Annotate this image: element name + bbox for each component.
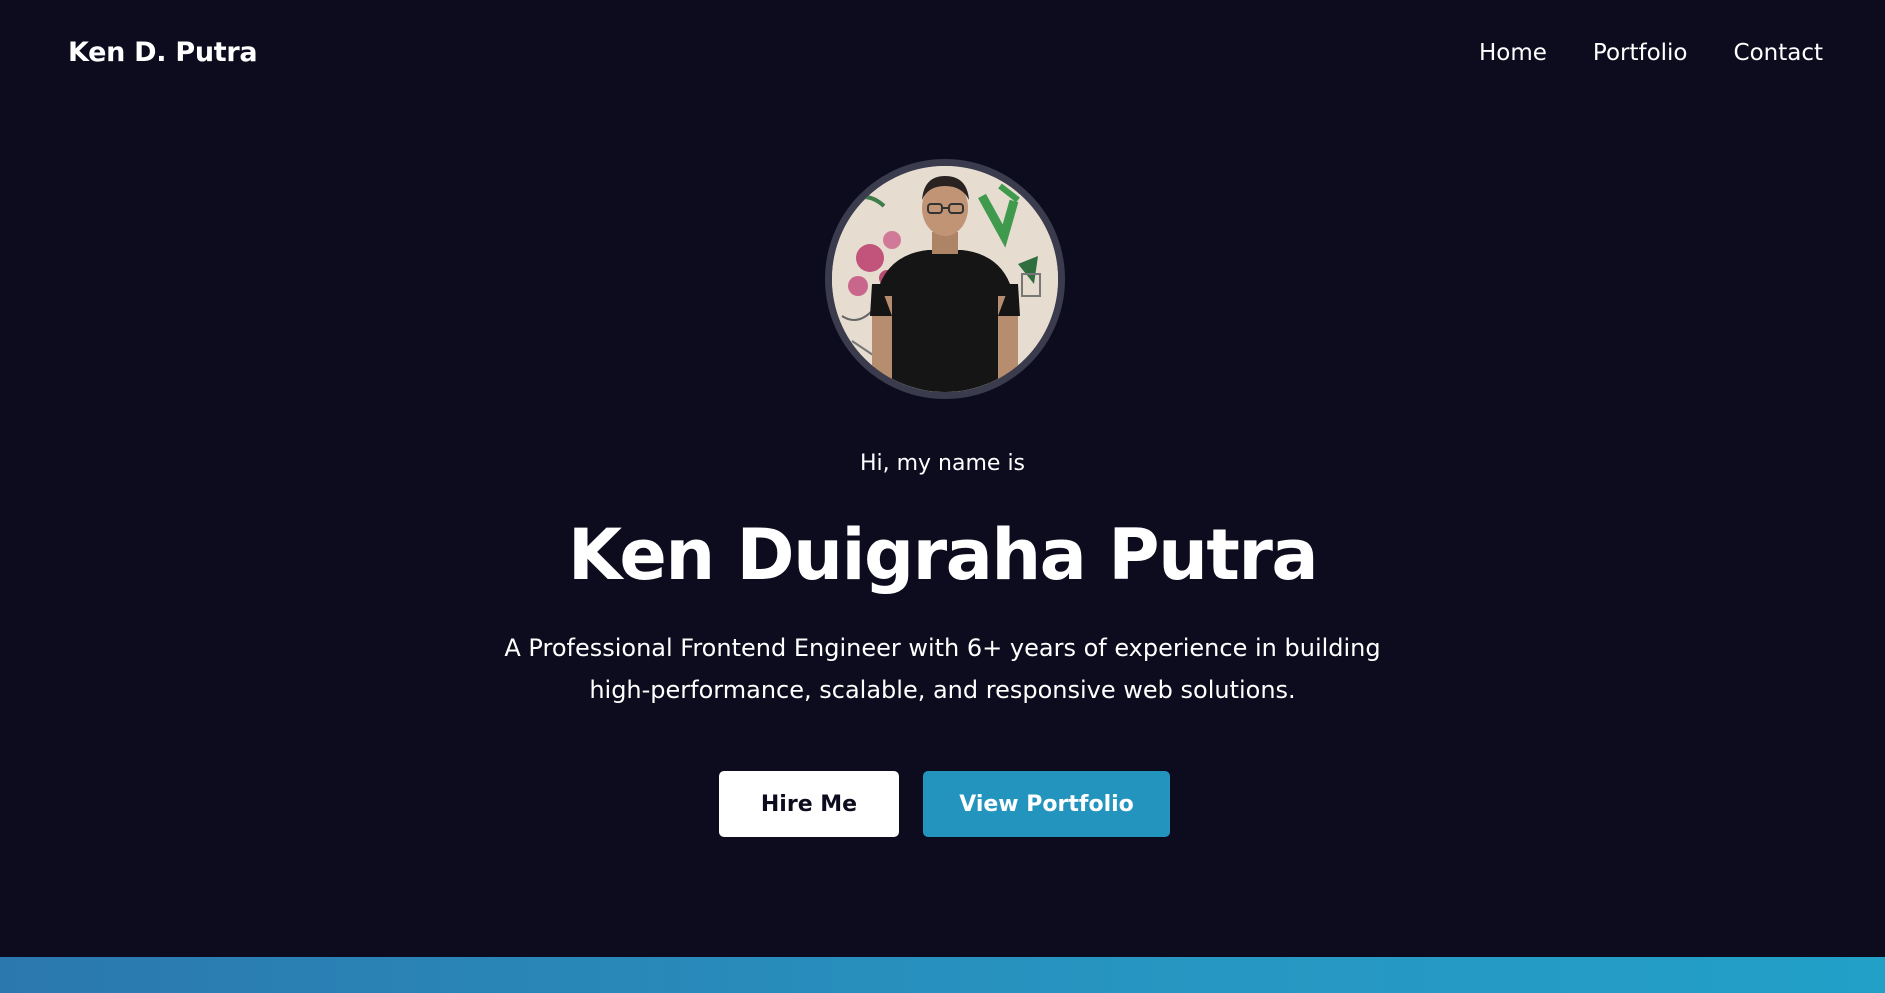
main-nav: Home Portfolio Contact bbox=[1479, 40, 1823, 66]
nav-contact-link[interactable]: Contact bbox=[1734, 40, 1823, 66]
site-header: Ken D. Putra Home Portfolio Contact bbox=[0, 0, 1885, 110]
section-divider-band bbox=[0, 957, 1885, 993]
nav-home-link[interactable]: Home bbox=[1479, 40, 1547, 66]
view-portfolio-button[interactable]: View Portfolio bbox=[923, 771, 1170, 837]
brand-logo[interactable]: Ken D. Putra bbox=[68, 37, 258, 68]
hire-me-button[interactable]: Hire Me bbox=[719, 771, 899, 837]
profile-avatar bbox=[825, 159, 1065, 399]
nav-portfolio-link[interactable]: Portfolio bbox=[1593, 40, 1688, 66]
hero-greeting: Hi, my name is bbox=[859, 451, 1026, 476]
hero-description: A Professional Frontend Engineer with 6+… bbox=[504, 634, 1381, 704]
profile-photo bbox=[832, 166, 1058, 392]
page: Ken D. Putra Home Portfolio Contact Hi, … bbox=[0, 0, 1885, 993]
hero-name-heading: Ken Duigraha Putra bbox=[567, 514, 1319, 596]
